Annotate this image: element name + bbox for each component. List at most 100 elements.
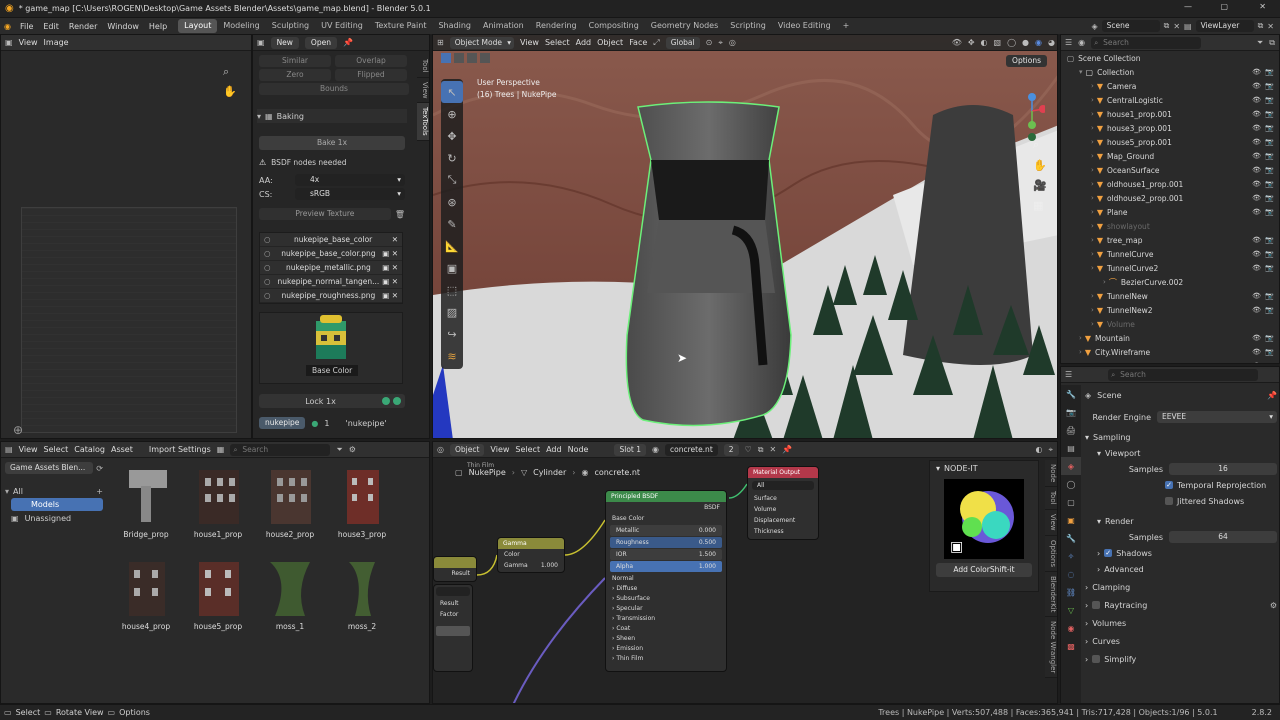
render-visibility-icon[interactable]: 📷 [1265, 362, 1274, 363]
ortho-grid-icon[interactable]: ▦ [1033, 195, 1043, 215]
lock-row[interactable]: Lock 1x [259, 394, 405, 408]
expand-arrow-icon[interactable]: › [1091, 110, 1094, 118]
render-visibility-icon[interactable]: 📷 [1265, 152, 1274, 160]
annotate-tool-icon[interactable]: ✎ [441, 213, 463, 235]
principled-bsdf-node[interactable]: Principled BSDF BSDF Base Color Metallic… [605, 490, 727, 672]
close-icon[interactable]: ✕ [1259, 2, 1266, 11]
aa-dropdown[interactable]: 4x ▾ [295, 174, 405, 186]
menu-view[interactable]: View [520, 38, 539, 47]
asset-moss-2[interactable]: moss_2 [327, 560, 397, 631]
bsdf-subpanel[interactable]: Emission [616, 645, 643, 652]
data-tab-icon[interactable]: ▽ [1061, 601, 1081, 619]
outliner-item[interactable]: › ▼ house1_prop.001 👁 📷 [1061, 107, 1279, 121]
render-visibility-icon[interactable]: 📷 [1265, 166, 1274, 174]
bounds-button[interactable]: Bounds [259, 83, 409, 95]
expand-arrow-icon[interactable]: › [1091, 138, 1094, 146]
outliner-item[interactable]: › ▼ TunnelCurve 👁 📷 [1061, 247, 1279, 261]
visibility-eye-icon[interactable]: 👁 [1252, 124, 1261, 132]
collection-tab-icon[interactable]: ▢ [1061, 493, 1081, 511]
roughness-value[interactable]: 0.500 [699, 537, 716, 548]
transform-tool-icon[interactable]: ⊛ [441, 191, 463, 213]
shading-solid-icon[interactable]: ● [1022, 38, 1029, 47]
visibility-eye-icon[interactable]: 👁 [1252, 82, 1261, 90]
tab-layout[interactable]: Layout [178, 19, 218, 33]
texture-tab-icon[interactable]: ▩ [1061, 637, 1081, 655]
options-button[interactable]: Options [1006, 55, 1047, 67]
delete-scene-icon[interactable]: ✕ [1173, 22, 1180, 31]
tab-uv-editing[interactable]: UV Editing [315, 19, 369, 33]
visibility-eye-icon[interactable]: 👁 [1252, 208, 1261, 216]
render-visibility-icon[interactable]: 📷 [1265, 264, 1274, 272]
menu-image[interactable]: Image [44, 38, 69, 47]
simplify-section[interactable]: Simplify [1104, 655, 1136, 664]
expand-arrow-icon[interactable]: › [1091, 194, 1094, 202]
menu-face[interactable]: Face [629, 38, 647, 47]
simplify-checkbox[interactable] [1092, 655, 1101, 663]
physics-tab-icon[interactable]: ◌ [1061, 565, 1081, 583]
viewport-subsection[interactable]: Viewport [1105, 449, 1140, 458]
add-cube-tool-icon[interactable]: ▣ [441, 257, 463, 279]
render-visibility-icon[interactable]: 📷 [1265, 292, 1274, 300]
list-item[interactable]: ○ nukepipe_base_color.png ▣ ✕ [260, 247, 402, 261]
visibility-eye-icon[interactable]: 👁 [1252, 334, 1261, 342]
advanced-subsection[interactable]: Advanced [1104, 565, 1144, 574]
ior-value[interactable]: 1.500 [699, 549, 716, 560]
object-tab-icon[interactable]: ▣ [1061, 511, 1081, 529]
clamping-section[interactable]: Clamping [1092, 583, 1130, 592]
render-visibility-icon[interactable]: 📷 [1265, 334, 1274, 342]
bsdf-subpanel[interactable]: Diffuse [616, 585, 637, 592]
pan-hand-icon[interactable]: ✋ [223, 85, 237, 98]
material-output-node[interactable]: Material Output All Surface Volume Displ… [747, 466, 819, 540]
outliner-item[interactable]: › ▼ Mountain 👁 📷 [1061, 331, 1279, 345]
bsdf-subpanel[interactable]: Subsurface [616, 595, 650, 602]
open-image-button[interactable]: Open [304, 36, 337, 49]
menu-view[interactable]: View [19, 38, 38, 47]
menu-select[interactable]: Select [44, 445, 69, 454]
transform-orientation[interactable]: Global [665, 36, 700, 49]
render-engine-dropdown[interactable]: EEVEE ▾ [1157, 411, 1277, 423]
select-invert-icon[interactable] [480, 53, 490, 63]
particles-tab-icon[interactable]: ✧ [1061, 547, 1081, 565]
tab-scripting[interactable]: Scripting [724, 19, 772, 33]
view-layer-tab-icon[interactable]: ▤ [1061, 439, 1081, 457]
tab-view[interactable]: View [417, 77, 429, 104]
visibility-eye-icon[interactable]: 👁 [1252, 96, 1261, 104]
menu-object[interactable]: Object [597, 38, 623, 47]
render-subsection[interactable]: Render [1105, 517, 1133, 526]
shading-rendered-icon[interactable]: ◕ [1048, 38, 1055, 47]
camera-view-icon[interactable]: 🎥 [1033, 175, 1047, 195]
expand-arrow-icon[interactable]: › [1091, 320, 1094, 328]
pin-icon[interactable]: 📌 [1267, 391, 1277, 400]
visibility-eye-icon[interactable]: 👁 [1252, 110, 1261, 118]
outliner-item[interactable]: › ▼ showlayout [1061, 219, 1279, 233]
baking-section-header[interactable]: ▾ ▦ Baking [257, 109, 407, 123]
catalog-models[interactable]: Models [11, 498, 103, 511]
asset-house1-prop[interactable]: house1_prop [183, 468, 253, 539]
outliner-item[interactable]: › ▼ City.Wireframe 👁 📷 [1061, 345, 1279, 359]
catalog-add-icon[interactable]: + [96, 487, 103, 496]
material-tab-icon[interactable]: ◉ [1061, 619, 1081, 637]
uv-grid[interactable] [21, 207, 237, 433]
delete-view-layer-icon[interactable]: ✕ [1267, 22, 1274, 31]
pivot-icon[interactable]: ⊙ [706, 38, 713, 47]
outliner-item[interactable]: › ▼ Map_Ground 👁 📷 [1061, 149, 1279, 163]
asset-bridge-prop[interactable]: Bridge_prop [111, 468, 181, 539]
select-tool-icon[interactable]: ↖ [441, 81, 463, 103]
add-workspace-button[interactable]: + [837, 19, 856, 33]
bsdf-subpanel[interactable]: Thin Film [616, 655, 643, 662]
grid-view-icon[interactable]: ▦ [217, 445, 225, 454]
filter-icon[interactable]: ⏷ [336, 445, 342, 455]
mode-selector[interactable]: Object Mode ▾ [449, 36, 514, 49]
select-extend-icon[interactable] [454, 53, 464, 63]
jittered-checkbox[interactable] [1165, 497, 1173, 505]
editor-type-icon[interactable]: ▣ [5, 38, 13, 47]
flipped-button[interactable]: Flipped [335, 69, 407, 81]
constraints-tab-icon[interactable]: ⛓ [1061, 583, 1081, 601]
tab-tool[interactable]: Tool [417, 55, 429, 78]
menu-add[interactable]: Add [576, 38, 592, 47]
new-image-button[interactable]: New [270, 36, 299, 49]
pan-hand-icon[interactable]: ✋ [1033, 155, 1047, 175]
catalog-unassigned[interactable]: Unassigned [25, 514, 72, 523]
partial-node-left[interactable]: Result Factor [433, 584, 473, 672]
asset-moss-1[interactable]: moss_1 [255, 560, 325, 631]
